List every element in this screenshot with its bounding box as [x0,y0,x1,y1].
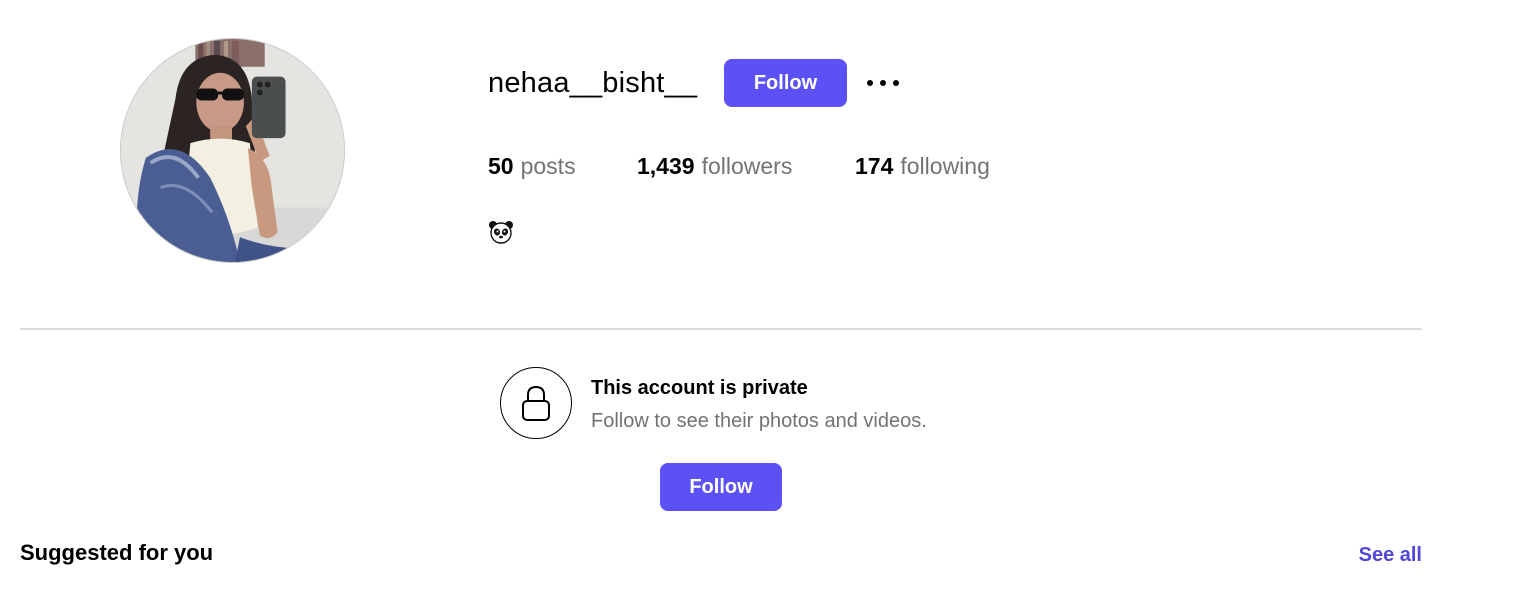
followers-label: followers [701,153,793,179]
suggested-heading: Suggested for you [20,540,214,565]
stat-posts: 50 posts [488,152,637,180]
profile-stats: 50 posts 1,439 followers 174 following [488,152,990,180]
more-horizontal-icon [867,80,873,86]
stat-followers[interactable]: 1,439 followers [637,152,855,180]
posts-label: posts [520,153,576,179]
section-divider [20,328,1422,330]
panda-emoji [489,221,513,244]
lock-icon [522,385,550,421]
see-all-link[interactable]: See all [1359,543,1422,567]
stat-following[interactable]: 174 following [855,152,990,180]
followers-count: 1,439 [637,153,695,179]
more-options-button[interactable] [864,72,902,94]
more-horizontal-icon [893,80,899,86]
private-account-subtitle: Follow to see their photos and videos. [591,410,927,432]
posts-count: 50 [488,153,514,179]
follow-button-private[interactable]: Follow [660,463,782,511]
follow-button[interactable]: Follow [724,59,847,107]
private-account-title: This account is private [591,377,808,399]
avatar-photo [121,39,344,262]
following-count: 174 [855,153,894,179]
following-label: following [900,153,990,179]
profile-avatar[interactable] [120,38,345,263]
more-horizontal-icon [880,80,886,86]
lock-icon-circle [500,367,572,439]
profile-username: nehaa__bisht__ [488,67,698,99]
profile-page: nehaa__bisht__ Follow 50 posts 1,439 fol… [0,0,1527,592]
